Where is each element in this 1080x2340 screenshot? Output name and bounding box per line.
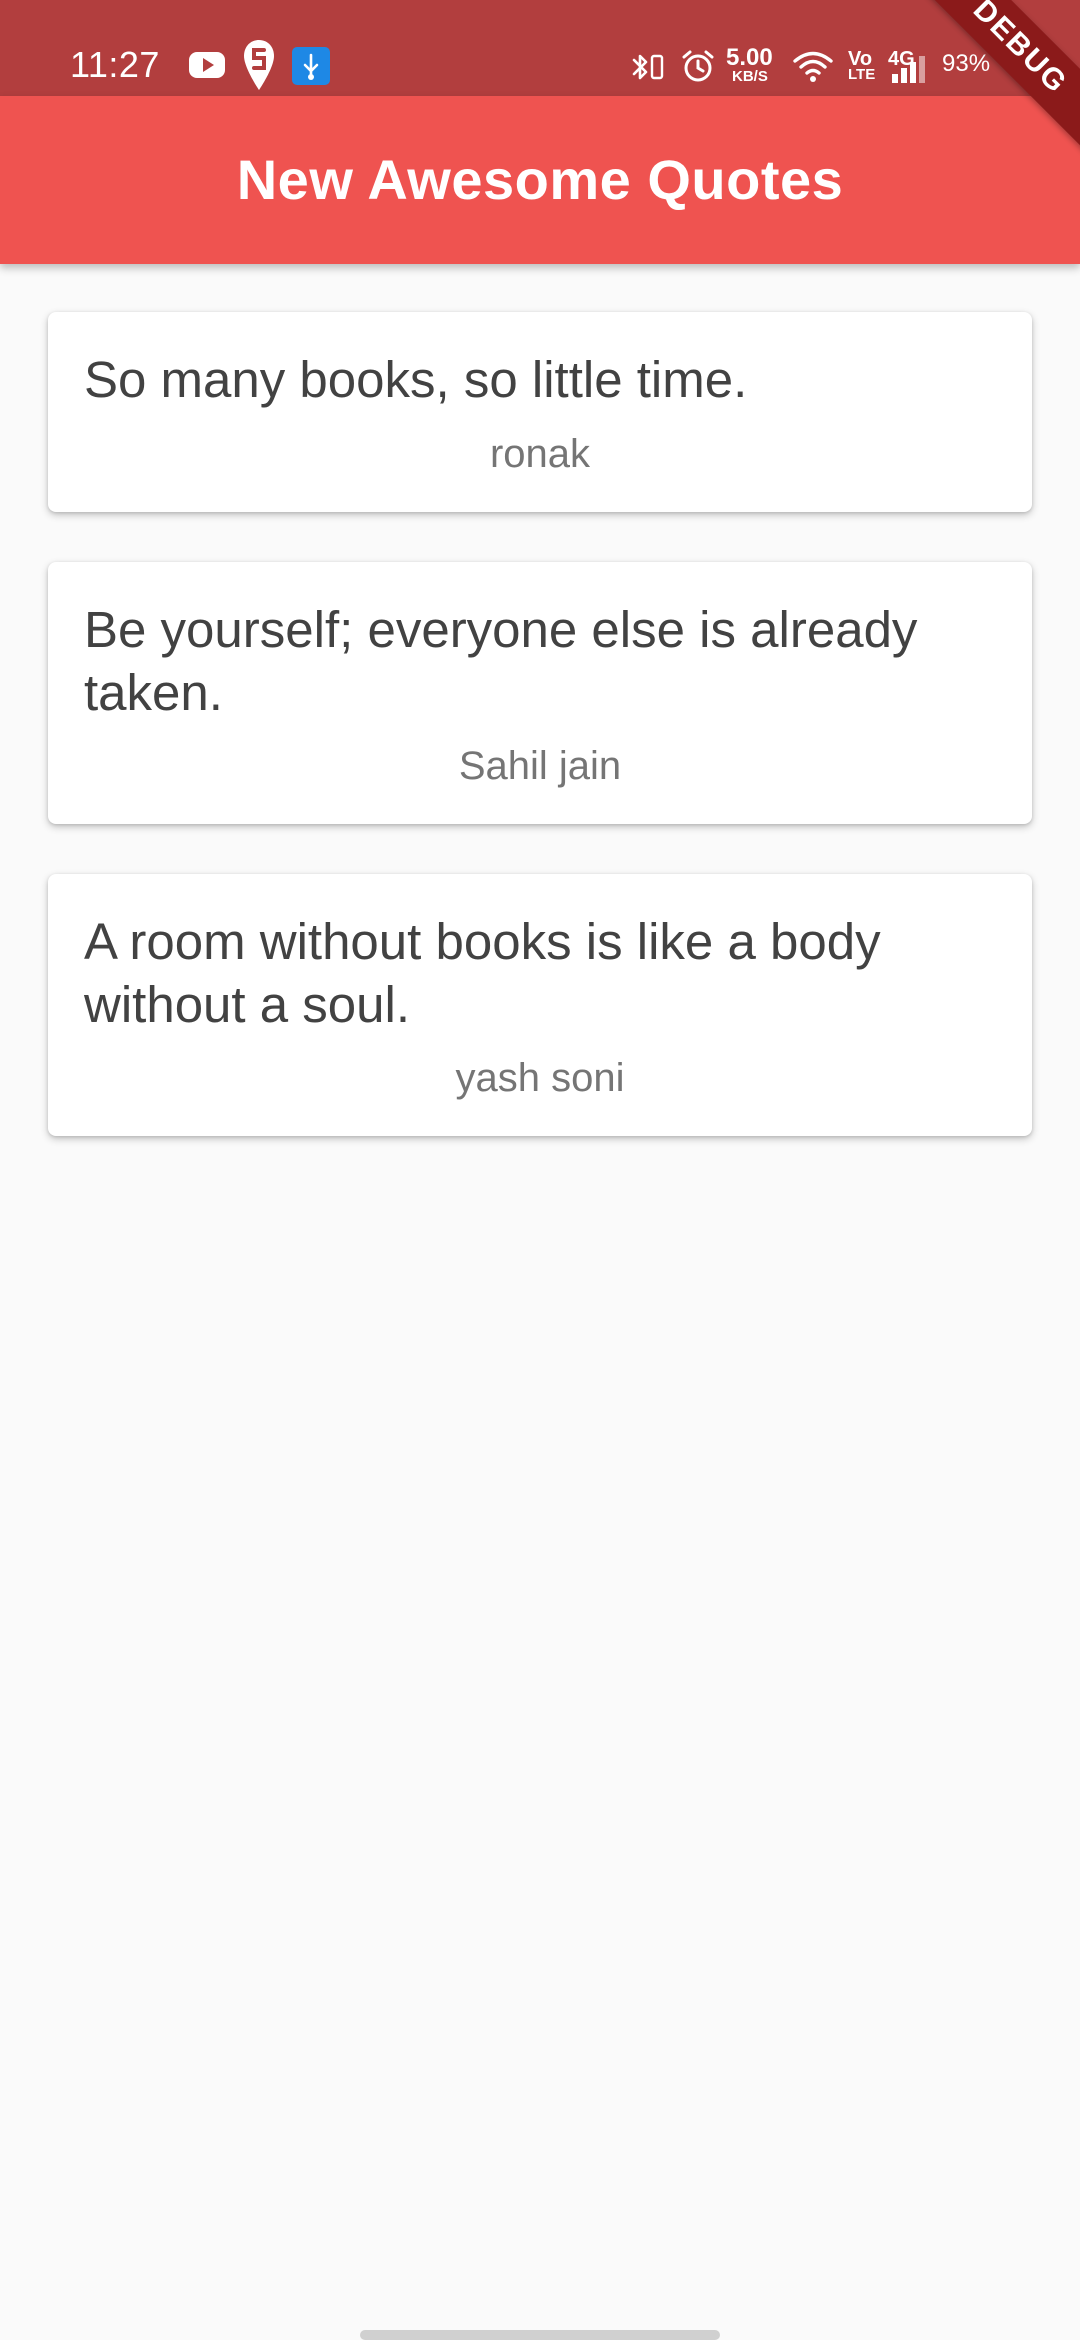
swiggy-icon	[244, 40, 274, 90]
volte-label-bottom: LTE	[848, 66, 876, 83]
wifi-icon	[793, 51, 833, 82]
quote-text: So many books, so little time.	[84, 351, 748, 408]
quote-text: Be yourself; everyone else is already ta…	[84, 601, 918, 721]
quote-author: yash soni	[455, 1056, 625, 1100]
battery-percent: 93%	[942, 50, 991, 77]
app-bar: New Awesome Quotes	[0, 96, 1080, 264]
status-time: 11:27	[70, 44, 160, 85]
quote-card[interactable]: So many books, so little time. ronak	[48, 312, 1032, 512]
quote-card[interactable]: A room without books is like a body with…	[48, 874, 1032, 1136]
bluetooth-vibrate-icon	[632, 54, 664, 80]
home-indicator[interactable]	[360, 2330, 720, 2340]
alarm-icon	[682, 50, 714, 82]
quote-text: A room without books is like a body with…	[84, 913, 881, 1033]
quote-card[interactable]: Be yourself; everyone else is already ta…	[48, 562, 1032, 824]
quote-author: Sahil jain	[458, 744, 622, 788]
network-speed-unit: KB/S	[732, 68, 768, 85]
signal-icon	[892, 56, 925, 83]
status-bar: 11:27 5.00 KB/S Vo LTE 4G 93%	[0, 0, 1080, 96]
app-title: New Awesome Quotes	[236, 148, 844, 211]
quote-author: ronak	[489, 432, 591, 476]
usb-icon	[292, 47, 330, 85]
youtube-icon	[189, 52, 225, 78]
